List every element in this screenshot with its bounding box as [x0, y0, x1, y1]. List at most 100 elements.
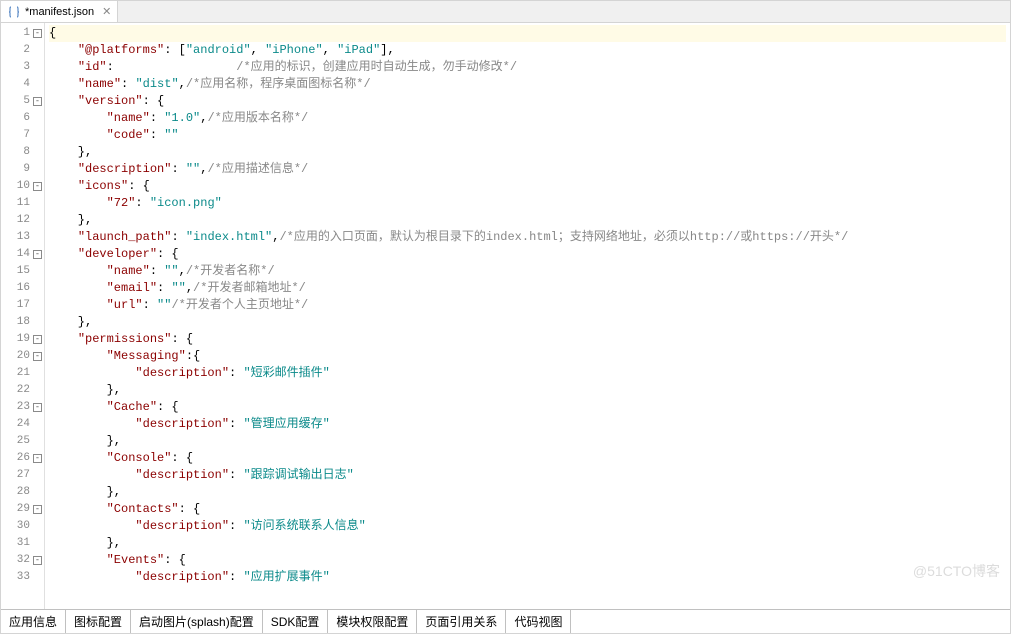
line-number: 32 — [8, 552, 30, 569]
code-line[interactable]: "description": "",/*应用描述信息*/ — [49, 161, 1006, 178]
fold-toggle-icon[interactable]: - — [33, 556, 42, 565]
gutter-line: 7 — [1, 127, 44, 144]
code-line[interactable]: "email": "",/*开发者邮箱地址*/ — [49, 280, 1006, 297]
line-number: 17 — [8, 297, 30, 314]
line-number: 3 — [8, 59, 30, 76]
gutter-line: 15 — [1, 263, 44, 280]
code-line[interactable]: "description": "短彩邮件插件" — [49, 365, 1006, 382]
line-number: 25 — [8, 433, 30, 450]
line-number: 30 — [8, 518, 30, 535]
line-number: 33 — [8, 569, 30, 586]
code-line[interactable]: }, — [49, 433, 1006, 450]
line-number: 2 — [8, 42, 30, 59]
line-number: 16 — [8, 280, 30, 297]
fold-toggle-icon[interactable]: - — [33, 182, 42, 191]
fold-toggle-icon[interactable]: - — [33, 250, 42, 259]
json-file-icon — [7, 5, 21, 19]
fold-toggle-icon[interactable]: - — [33, 29, 42, 38]
bottom-tab[interactable]: 模块权限配置 — [328, 610, 417, 633]
fold-toggle-icon[interactable]: - — [33, 97, 42, 106]
line-number: 31 — [8, 535, 30, 552]
fold-toggle-icon[interactable]: - — [33, 335, 42, 344]
line-number: 1 — [8, 25, 30, 42]
code-line[interactable]: "permissions": { — [49, 331, 1006, 348]
editor-tab-bar: *manifest.json ✕ — [1, 1, 1010, 23]
bottom-tab[interactable]: 启动图片(splash)配置 — [131, 610, 263, 633]
bottom-tab[interactable]: 应用信息 — [1, 610, 66, 633]
gutter-line: 32- — [1, 552, 44, 569]
editor-tab[interactable]: *manifest.json ✕ — [1, 1, 118, 22]
line-number: 12 — [8, 212, 30, 229]
fold-toggle-icon[interactable]: - — [33, 403, 42, 412]
gutter-line: 14- — [1, 246, 44, 263]
gutter-line: 11 — [1, 195, 44, 212]
line-number: 15 — [8, 263, 30, 280]
fold-toggle-icon[interactable]: - — [33, 352, 42, 361]
code-line[interactable]: "version": { — [49, 93, 1006, 110]
code-line[interactable]: "url": ""/*开发者个人主页地址*/ — [49, 297, 1006, 314]
code-line[interactable]: }, — [49, 484, 1006, 501]
gutter-line: 18 — [1, 314, 44, 331]
code-line[interactable]: "icons": { — [49, 178, 1006, 195]
line-number: 10 — [8, 178, 30, 195]
bottom-tab[interactable]: 图标配置 — [66, 610, 131, 633]
gutter-line: 21 — [1, 365, 44, 382]
close-icon[interactable]: ✕ — [102, 5, 111, 18]
bottom-tab[interactable]: 页面引用关系 — [417, 610, 506, 633]
code-line[interactable]: "code": "" — [49, 127, 1006, 144]
gutter-line: 5- — [1, 93, 44, 110]
gutter-line: 17 — [1, 297, 44, 314]
gutter-line: 10- — [1, 178, 44, 195]
code-line[interactable]: "name": "1.0",/*应用版本名称*/ — [49, 110, 1006, 127]
line-number: 20 — [8, 348, 30, 365]
code-line[interactable]: "Messaging":{ — [49, 348, 1006, 365]
code-line[interactable]: "description": "访问系统联系人信息" — [49, 518, 1006, 535]
gutter-line: 1- — [1, 25, 44, 42]
code-line[interactable]: }, — [49, 144, 1006, 161]
line-number: 11 — [8, 195, 30, 212]
line-gutter: 1-2345-678910-11121314-1516171819-20-212… — [1, 23, 45, 609]
line-number: 22 — [8, 382, 30, 399]
code-editor[interactable]: 1-2345-678910-11121314-1516171819-20-212… — [1, 23, 1010, 609]
line-number: 23 — [8, 399, 30, 416]
gutter-line: 4 — [1, 76, 44, 93]
gutter-line: 28 — [1, 484, 44, 501]
gutter-line: 30 — [1, 518, 44, 535]
code-line[interactable]: }, — [49, 212, 1006, 229]
code-line[interactable]: }, — [49, 314, 1006, 331]
gutter-line: 23- — [1, 399, 44, 416]
gutter-line: 16 — [1, 280, 44, 297]
fold-toggle-icon[interactable]: - — [33, 505, 42, 514]
code-line[interactable]: }, — [49, 382, 1006, 399]
line-number: 27 — [8, 467, 30, 484]
code-line[interactable]: "launch_path": "index.html",/*应用的入口页面，默认… — [49, 229, 1006, 246]
code-content[interactable]: { "@platforms": ["android", "iPhone", "i… — [45, 23, 1010, 609]
code-line[interactable]: "description": "跟踪调试输出日志" — [49, 467, 1006, 484]
code-line[interactable]: "Contacts": { — [49, 501, 1006, 518]
code-line[interactable]: { — [49, 25, 1006, 42]
line-number: 21 — [8, 365, 30, 382]
bottom-tab[interactable]: 代码视图 — [506, 610, 571, 633]
line-number: 14 — [8, 246, 30, 263]
gutter-line: 6 — [1, 110, 44, 127]
code-line[interactable]: "@platforms": ["android", "iPhone", "iPa… — [49, 42, 1006, 59]
gutter-line: 25 — [1, 433, 44, 450]
code-line[interactable]: }, — [49, 535, 1006, 552]
code-line[interactable]: "name": "",/*开发者名称*/ — [49, 263, 1006, 280]
code-line[interactable]: "description": "管理应用缓存" — [49, 416, 1006, 433]
code-line[interactable]: "Cache": { — [49, 399, 1006, 416]
bottom-tab[interactable]: SDK配置 — [263, 610, 329, 633]
gutter-line: 9 — [1, 161, 44, 178]
line-number: 9 — [8, 161, 30, 178]
fold-toggle-icon[interactable]: - — [33, 454, 42, 463]
line-number: 13 — [8, 229, 30, 246]
code-line[interactable]: "id": /*应用的标识，创建应用时自动生成，勿手动修改*/ — [49, 59, 1006, 76]
code-line[interactable]: "Console": { — [49, 450, 1006, 467]
code-line[interactable]: "name": "dist",/*应用名称，程序桌面图标名称*/ — [49, 76, 1006, 93]
code-line[interactable]: "Events": { — [49, 552, 1006, 569]
code-line[interactable]: "developer": { — [49, 246, 1006, 263]
gutter-line: 8 — [1, 144, 44, 161]
code-line[interactable]: "72": "icon.png" — [49, 195, 1006, 212]
line-number: 6 — [8, 110, 30, 127]
code-line[interactable]: "description": "应用扩展事件" — [49, 569, 1006, 586]
